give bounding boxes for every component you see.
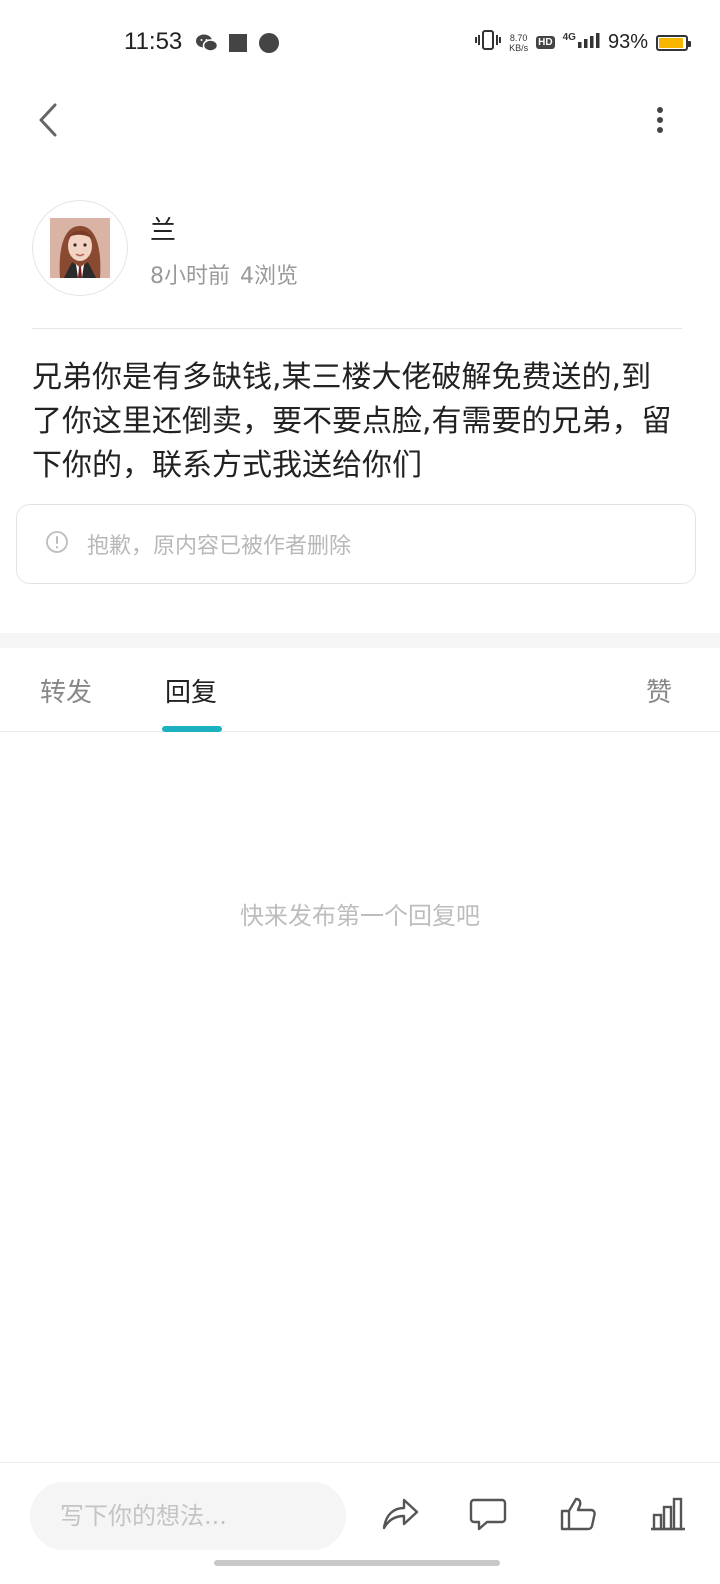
post-views: 4浏览 — [240, 264, 298, 289]
deleted-content-notice: 抱歉，原内容已被作者删除 — [16, 504, 696, 584]
header-divider — [32, 328, 682, 329]
info-circle-icon — [45, 530, 69, 558]
section-separator — [0, 633, 720, 648]
more-vertical-icon — [656, 106, 664, 138]
share-button[interactable] — [378, 1494, 422, 1538]
battery-tip — [688, 40, 691, 47]
post-time: 8小时前 — [150, 264, 230, 289]
bottom-bar-divider — [0, 1462, 720, 1463]
post-meta: 8小时前 4浏览 — [150, 258, 298, 290]
status-left-icons — [196, 32, 280, 58]
home-indicator[interactable] — [214, 1560, 500, 1566]
thumbs-up-icon — [559, 1496, 597, 1536]
stop-square-icon — [228, 33, 248, 57]
bar-chart-icon — [649, 1496, 687, 1536]
tabs-divider — [0, 731, 720, 732]
battery-fill — [659, 37, 684, 48]
status-time: 11:53 — [124, 28, 183, 55]
empty-replies-text: 快来发布第一个回复吧 — [240, 902, 480, 930]
like-button[interactable] — [556, 1494, 600, 1538]
tab-reply[interactable]: 回复 — [165, 672, 217, 709]
post-content: 兄弟你是有多缺钱,某三楼大佬破解免费送的,到了你这里还倒卖，要不要点脸,有需要的… — [32, 360, 672, 483]
reply-input[interactable] — [30, 1482, 346, 1550]
vibrate-icon — [475, 30, 502, 55]
back-button[interactable] — [28, 100, 68, 144]
hd-badge: HD — [536, 36, 555, 49]
network-type: 4G — [562, 32, 576, 43]
net-speed-unit: KB/s — [509, 42, 529, 53]
share-icon — [380, 1496, 420, 1536]
chevron-left-icon — [37, 102, 59, 142]
comment-icon — [469, 1496, 507, 1536]
comment-button[interactable] — [466, 1494, 510, 1538]
battery-percent: 93% — [607, 31, 648, 53]
active-tab-indicator — [162, 726, 222, 732]
tab-repost[interactable]: 转发 — [40, 672, 92, 709]
author-avatar[interactable] — [32, 200, 128, 296]
stats-button[interactable] — [646, 1494, 690, 1538]
status-right-icons: 8.70 KB/s HD 4G 93% — [475, 30, 691, 55]
signal-icon — [577, 32, 600, 53]
deleted-notice-text: 抱歉，原内容已被作者删除 — [87, 534, 352, 559]
battery-icon — [656, 34, 691, 51]
net-speed: 8.70 KB/s — [509, 33, 528, 53]
net-speed-value: 8.70 — [509, 32, 528, 43]
wechat-icon — [196, 33, 219, 57]
avatar-image — [50, 218, 110, 278]
author-name[interactable]: 兰 — [150, 210, 176, 247]
navigation-compass-icon — [258, 32, 280, 58]
more-options-button[interactable] — [640, 104, 680, 140]
tab-like[interactable]: 赞 — [646, 672, 672, 709]
